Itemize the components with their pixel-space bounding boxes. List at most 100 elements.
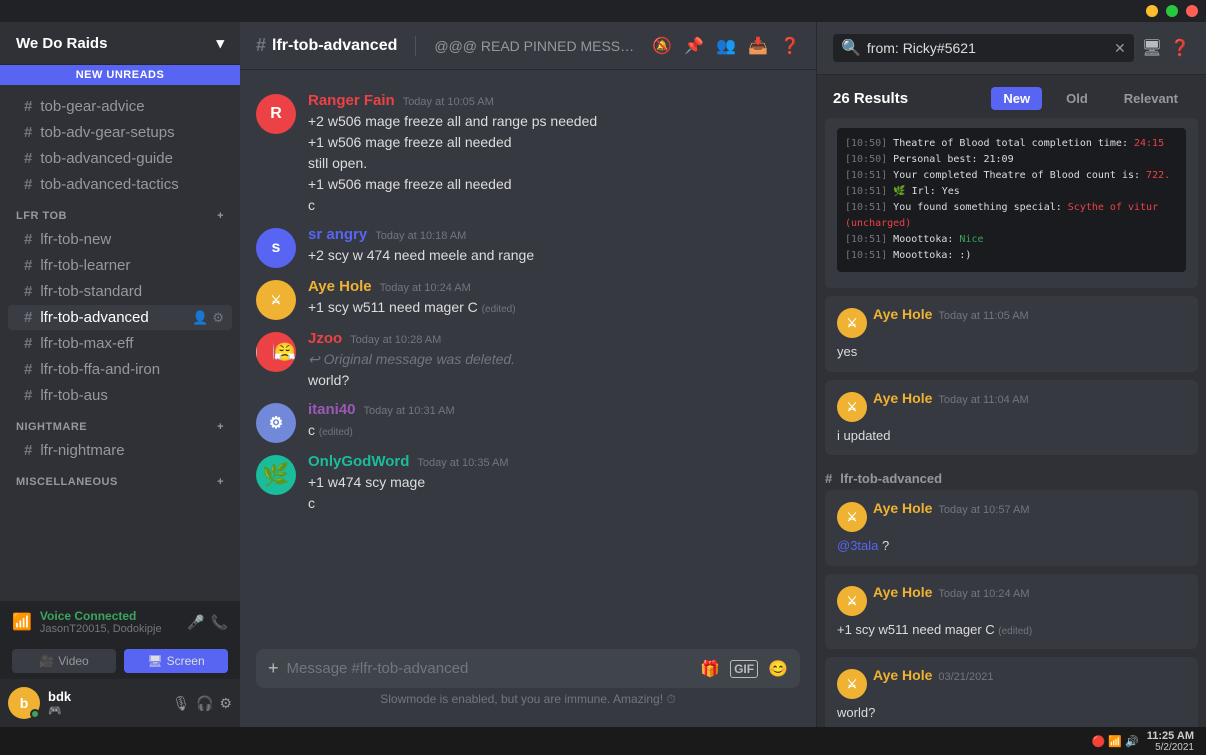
sidebar-item-lfr-nightmare[interactable]: # lfr-nightmare bbox=[8, 438, 232, 463]
channel-label: lfr-tob-new bbox=[40, 231, 111, 248]
message-input[interactable] bbox=[287, 649, 693, 688]
chevron-down-icon: ▾ bbox=[216, 34, 224, 52]
add-attachment-icon[interactable]: + bbox=[268, 658, 279, 679]
sidebar-item-tob-advanced-guide[interactable]: # tob-advanced-guide bbox=[8, 146, 232, 171]
help-icon[interactable]: ❓ bbox=[1170, 38, 1190, 58]
channel-name: # lfr-tob-advanced bbox=[256, 35, 397, 56]
phone-icon[interactable]: 📞 bbox=[211, 614, 228, 631]
message-timestamp: Today at 10:05 AM bbox=[403, 96, 494, 108]
result-header: ⚔ Aye Hole Today at 10:24 AM bbox=[837, 584, 1186, 616]
filter-old[interactable]: Old bbox=[1054, 87, 1100, 110]
avatar: b bbox=[8, 687, 40, 719]
emoji-icon[interactable]: 😊 bbox=[768, 659, 788, 679]
sidebar-item-lfr-tob-standard[interactable]: # lfr-tob-standard bbox=[8, 279, 232, 304]
search-panel: 🔍 ✕ 🖥 ❓ 26 Results New Old Relevant [10:… bbox=[816, 22, 1206, 727]
sidebar-item-tob-adv-gear-setups[interactable]: # tob-adv-gear-setups bbox=[8, 120, 232, 145]
add-channel-icon[interactable]: + bbox=[217, 421, 224, 433]
hash-icon: # bbox=[24, 98, 32, 115]
add-channel-icon[interactable]: + bbox=[217, 210, 224, 222]
filter-new[interactable]: New bbox=[991, 87, 1042, 110]
messages-container: R Ranger Fain Today at 10:05 AM +2 w506 … bbox=[240, 70, 816, 649]
monitor-icon[interactable]: 🖥 bbox=[1142, 38, 1162, 58]
message-author: Jzoo bbox=[308, 330, 342, 347]
gift-icon[interactable]: 🎁 bbox=[700, 659, 720, 679]
video-label: Video bbox=[58, 654, 88, 668]
channel-label: lfr-tob-ffa-and-iron bbox=[40, 361, 160, 378]
sidebar-item-tob-gear-advice[interactable]: # tob-gear-advice bbox=[8, 94, 232, 119]
new-unreads-banner[interactable]: NEW UNREADS bbox=[0, 65, 240, 85]
avatar: s bbox=[256, 228, 296, 268]
result-text: +1 scy w511 need mager C (edited) bbox=[837, 620, 1186, 640]
result-timestamp: Today at 11:04 AM bbox=[938, 394, 1028, 406]
filter-relevant[interactable]: Relevant bbox=[1112, 87, 1190, 110]
hash-icon: # bbox=[24, 335, 32, 352]
headphone-icon[interactable]: 🎧 bbox=[196, 695, 213, 712]
header-divider bbox=[415, 36, 416, 56]
hash-icon: # bbox=[24, 150, 32, 167]
server-header[interactable]: We Do Raids ▾ bbox=[0, 22, 240, 65]
screen-icon: 🖥 bbox=[147, 654, 162, 668]
pin-icon[interactable]: 📌 bbox=[684, 36, 704, 56]
search-input[interactable] bbox=[867, 40, 1108, 56]
sidebar-item-lfr-tob-aus[interactable]: # lfr-tob-aus bbox=[8, 383, 232, 408]
gif-icon[interactable]: GIF bbox=[730, 660, 758, 678]
message-header: itani40 Today at 10:31 AM bbox=[308, 401, 800, 418]
voice-section: 📶 Voice Connected JasonT20015, Dodokipje… bbox=[0, 601, 240, 727]
result-author: Aye Hole bbox=[873, 390, 932, 406]
sidebar-item-lfr-tob-learner[interactable]: # lfr-tob-learner bbox=[8, 253, 232, 278]
taskbar-icons: 🔴 📶 🔊 bbox=[1092, 735, 1139, 748]
maximize-button[interactable] bbox=[1166, 5, 1178, 17]
hash-icon: # bbox=[24, 309, 32, 326]
message-author: Aye Hole bbox=[308, 278, 372, 295]
message-header: Ranger Fain Today at 10:05 AM bbox=[308, 92, 800, 109]
sidebar-item-tob-advanced-tactics[interactable]: # tob-advanced-tactics bbox=[8, 172, 232, 197]
hash-icon: # bbox=[825, 471, 832, 486]
user-bar: b bdk 🎮 🎙 🎧 ⚙ bbox=[0, 679, 240, 727]
gear-icon[interactable]: ⚙ bbox=[212, 310, 224, 326]
sidebar-item-lfr-tob-advanced[interactable]: # lfr-tob-advanced 👤 ⚙ bbox=[8, 305, 232, 330]
help-icon[interactable]: ❓ bbox=[780, 36, 800, 56]
camera-icon: 🎥 bbox=[39, 654, 54, 668]
microphone-icon[interactable]: 🎙 bbox=[172, 695, 190, 712]
message-text: c bbox=[308, 493, 800, 514]
section-nightmare[interactable]: NIGHTMARE + bbox=[0, 409, 240, 437]
inbox-icon[interactable]: 📥 bbox=[748, 36, 768, 56]
server-name: We Do Raids bbox=[16, 35, 107, 52]
table-row: ⚔ Aye Hole Today at 10:24 AM +1 scy w511… bbox=[240, 274, 816, 324]
result-author: Aye Hole bbox=[873, 667, 932, 683]
message-text: +1 w506 mage freeze all needed bbox=[308, 132, 800, 153]
sidebar-item-lfr-tob-ffa-and-iron[interactable]: # lfr-tob-ffa-and-iron bbox=[8, 357, 232, 382]
message-timestamp: Today at 10:18 AM bbox=[375, 230, 466, 242]
table-row: R Ranger Fain Today at 10:05 AM +2 w506 … bbox=[240, 88, 816, 220]
list-item: [10:50] Theatre of Blood total completio… bbox=[825, 118, 1198, 288]
message-content: itani40 Today at 10:31 AM c (edited) bbox=[308, 401, 800, 443]
search-clear-icon[interactable]: ✕ bbox=[1114, 40, 1126, 57]
hash-icon: # bbox=[24, 257, 32, 274]
search-input-wrapper[interactable]: 🔍 ✕ bbox=[833, 34, 1134, 62]
channel-topic: @@@ READ PINNED MESSAGES !!!! @@@ =====.… bbox=[434, 38, 642, 54]
message-timestamp: Today at 10:28 AM bbox=[350, 334, 441, 346]
result-header: ⚔ Aye Hole Today at 11:04 AM bbox=[837, 390, 1186, 422]
taskbar-date: 5/2/2021 bbox=[1155, 742, 1194, 753]
bell-mute-icon[interactable]: 🔕 bbox=[652, 36, 672, 56]
close-button[interactable] bbox=[1186, 5, 1198, 17]
video-button[interactable]: 🎥 Video bbox=[12, 649, 116, 673]
channel-label: lfr-tob-learner bbox=[40, 257, 130, 274]
sidebar-item-lfr-tob-new[interactable]: # lfr-tob-new bbox=[8, 227, 232, 252]
minimize-button[interactable] bbox=[1146, 5, 1158, 17]
avatar-letter: b bbox=[20, 695, 29, 711]
section-lfr-tob[interactable]: LFR TOB + bbox=[0, 198, 240, 226]
message-text: +1 scy w511 need mager C (edited) bbox=[308, 297, 800, 318]
sidebar-item-lfr-tob-max-eff[interactable]: # lfr-tob-max-eff bbox=[8, 331, 232, 356]
settings-icon[interactable]: ⚙ bbox=[219, 695, 232, 712]
mute-icon[interactable]: 🎤 bbox=[187, 614, 204, 631]
table-row: ⚙ itani40 Today at 10:31 AM c (edited) bbox=[240, 397, 816, 447]
input-icons: 🎁 GIF 😊 bbox=[700, 659, 788, 679]
section-miscellaneous[interactable]: MISCELLANEOUS + bbox=[0, 464, 240, 492]
message-content: OnlyGodWord Today at 10:35 AM +1 w474 sc… bbox=[308, 453, 800, 514]
screen-button[interactable]: 🖥 Screen bbox=[124, 649, 228, 673]
person-icon[interactable]: 👤 bbox=[192, 310, 208, 326]
hash-icon: # bbox=[24, 387, 32, 404]
members-icon[interactable]: 👥 bbox=[716, 36, 736, 56]
add-channel-icon[interactable]: + bbox=[217, 476, 224, 488]
